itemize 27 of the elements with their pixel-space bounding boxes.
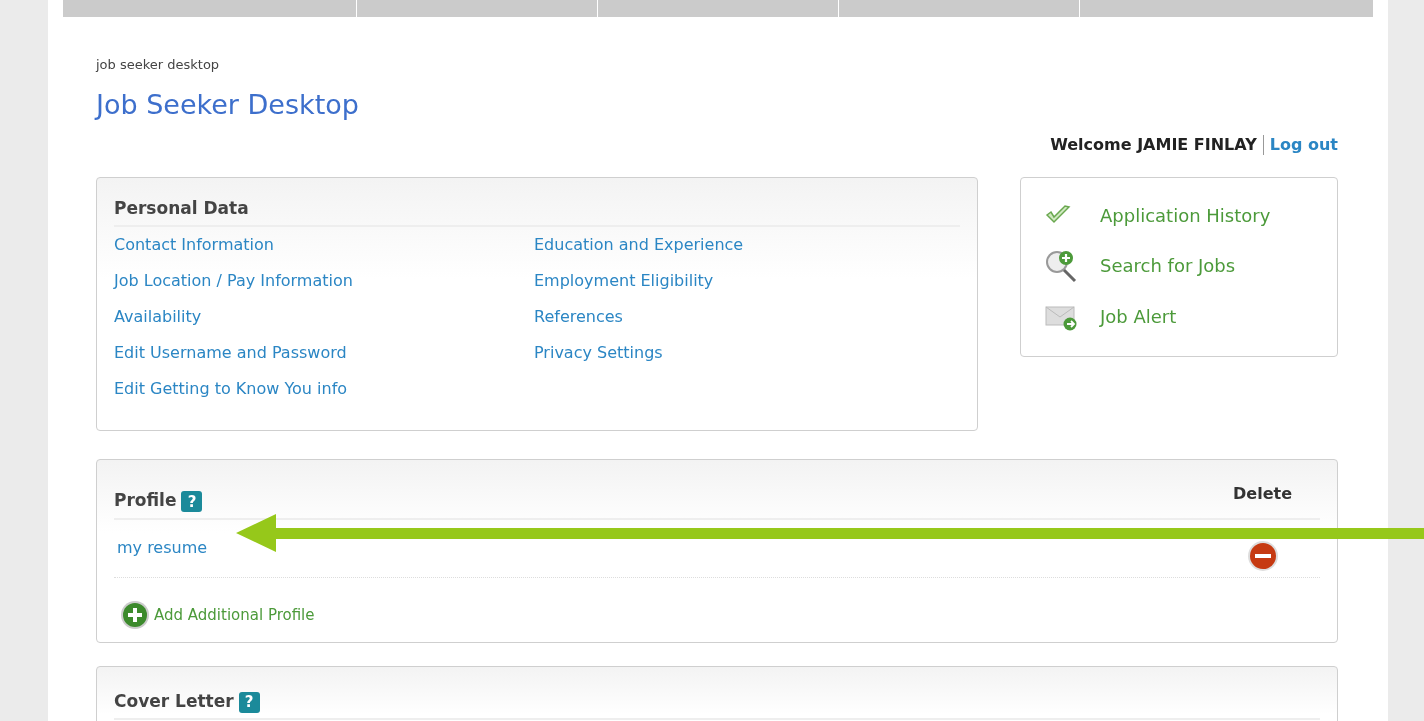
card-title: Personal Data <box>114 195 960 228</box>
breadcrumb: job seeker desktop <box>96 56 221 74</box>
personal-data-link[interactable]: Employment Eligibility <box>534 269 714 294</box>
personal-data-link[interactable]: Privacy Settings <box>534 341 663 366</box>
profile-link[interactable]: my resume <box>117 536 208 561</box>
page-title: Job Seeker Desktop <box>96 88 360 121</box>
add-icon <box>120 599 150 630</box>
help-button[interactable]: ? <box>181 491 203 513</box>
personal-data-link[interactable]: Job Location / Pay Information <box>114 269 353 294</box>
quick-link[interactable]: Job Alert <box>1100 303 1177 331</box>
column-header: Delete <box>1233 482 1292 505</box>
personal-data-link[interactable]: Education and Experience <box>534 233 744 258</box>
quick-link[interactable]: Application History <box>1100 201 1271 229</box>
logout-link[interactable]: Log out <box>1269 132 1338 157</box>
personal-data-link[interactable]: Edit Getting to Know You info <box>114 377 348 402</box>
welcome-text: Welcome JAMIE FINLAY <box>1050 133 1257 156</box>
quick-link[interactable]: Search for Jobs <box>1100 252 1236 280</box>
personal-data-link[interactable]: Contact Information <box>114 233 274 258</box>
personal-data-link[interactable]: References <box>534 305 623 330</box>
add-profile-link[interactable]: Add Additional Profile <box>154 603 315 627</box>
help-button[interactable]: ? <box>238 691 260 713</box>
card-title: Cover Letter <box>114 690 234 713</box>
card-title: Profile <box>114 490 177 513</box>
magnifier-plus-icon <box>1045 248 1079 283</box>
personal-data-link[interactable]: Availability <box>114 305 202 330</box>
personal-data-link[interactable]: Edit Username and Password <box>114 341 347 366</box>
delete-icon[interactable] <box>1247 540 1279 573</box>
